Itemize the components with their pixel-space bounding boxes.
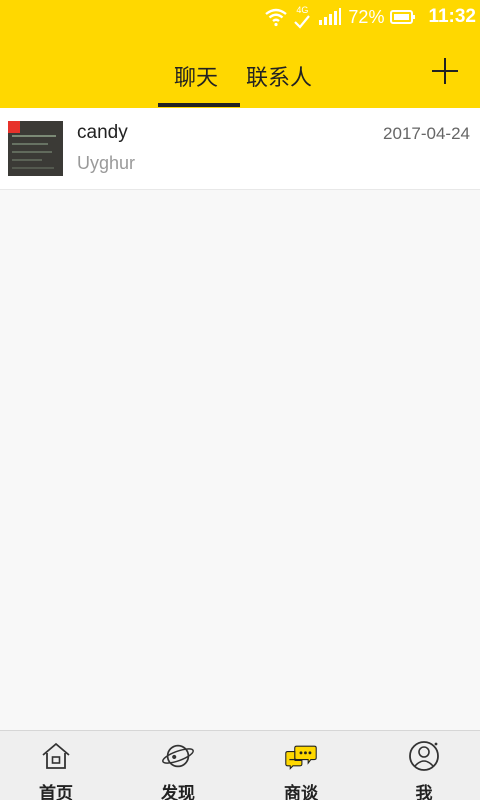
chat-list: candy Uyghur 2017-04-24 [0,108,480,190]
nav-me[interactable]: 我 [364,739,480,800]
tab-contacts[interactable]: 联系人 [246,60,312,92]
nav-negotiate[interactable]: 商谈 [241,739,361,800]
nav-home-label: 首页 [39,784,73,800]
bottom-navigation: 首页 发现 商谈 我 [0,730,480,800]
chat-row[interactable]: candy Uyghur 2017-04-24 [0,108,480,190]
plus-icon[interactable] [430,56,460,86]
nav-discover[interactable]: 发现 [118,739,238,800]
avatar [8,121,63,176]
nav-me-label: 我 [415,784,433,800]
battery-icon [390,9,416,25]
profile-icon [407,739,441,773]
app-header: 4G 72% 11:32 聊天 联系人 [0,0,480,108]
home-icon [39,739,73,773]
chat-bubbles-icon [284,739,318,773]
active-tab-indicator [158,103,240,107]
status-bar: 4G 72% 11:32 [0,0,480,34]
clock: 11:32 [428,6,476,27]
planet-icon [161,739,195,773]
chat-name: candy [77,122,128,143]
signal-icon [316,8,342,26]
network-4g-icon: 4G [294,4,311,29]
nav-discover-label: 发现 [161,784,195,800]
chat-date: 2017-04-24 [383,124,470,143]
tab-chat[interactable]: 聊天 [174,60,218,92]
battery-percent: 72% [348,6,385,27]
nav-negotiate-label: 商谈 [284,784,318,800]
network-label: 4G [296,4,309,15]
wifi-icon [264,7,288,27]
nav-home[interactable]: 首页 [0,739,116,800]
chat-preview: Uyghur [77,153,136,173]
unread-badge [8,121,20,133]
header-tabs: 聊天 联系人 [0,54,480,108]
